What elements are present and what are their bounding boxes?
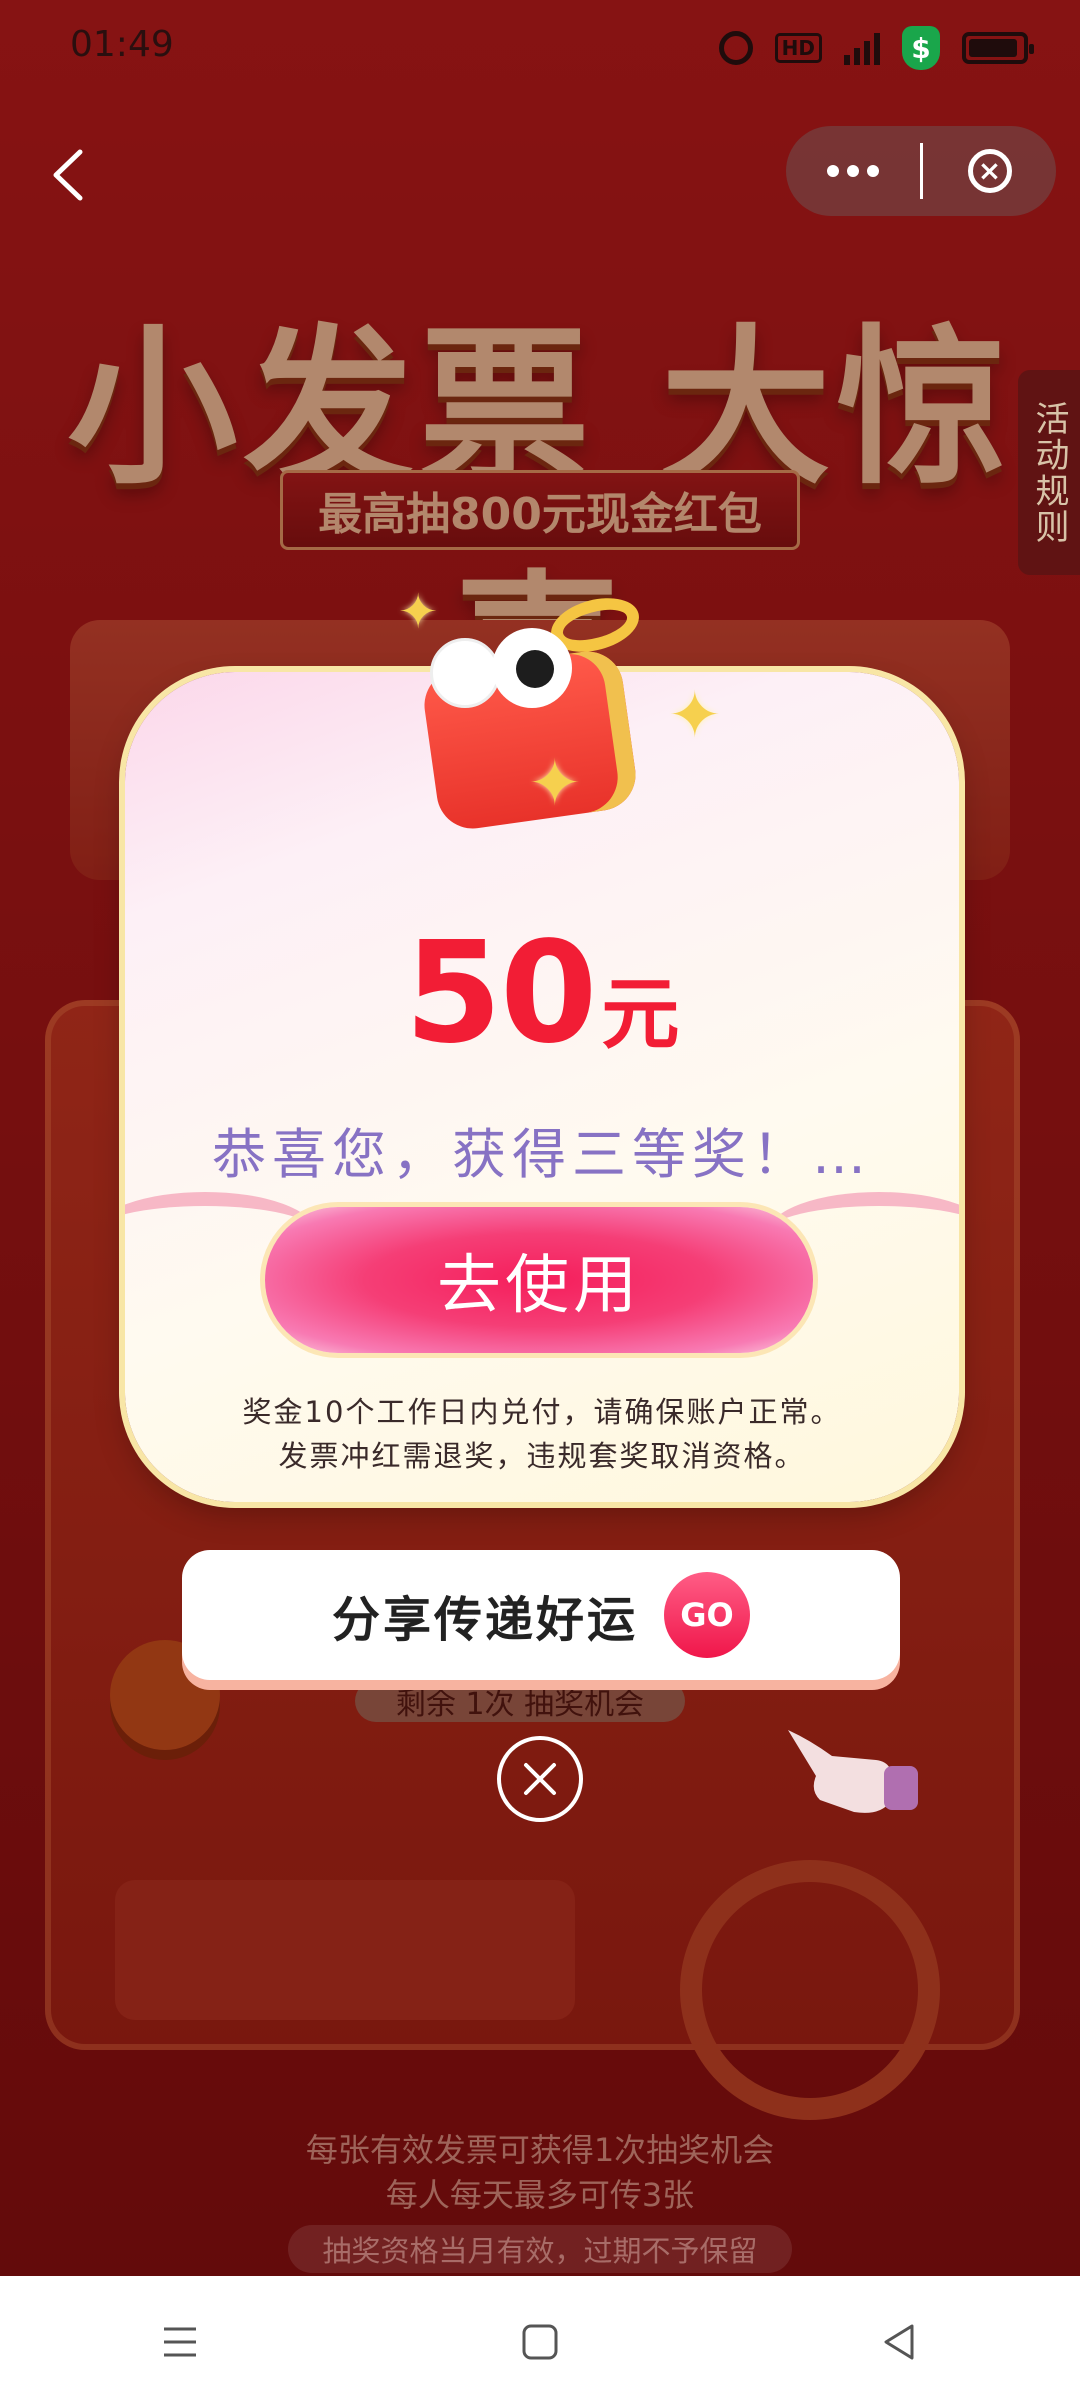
modal-note-line1: 奖金10个工作日内兑付，请确保账户正常。 — [242, 1395, 842, 1429]
security-shield-icon: $ — [902, 26, 940, 70]
system-nav-bar — [0, 2276, 1080, 2408]
dismiss-modal-button[interactable] — [497, 1736, 583, 1822]
back-arrow-icon — [53, 149, 83, 201]
close-mini-program-button[interactable]: × — [923, 126, 1056, 216]
share-button[interactable]: 分享传递好运 GO — [182, 1550, 900, 1680]
modal-note: 奖金10个工作日内兑付，请确保账户正常。 发票冲红需退奖，违规套奖取消资格。 — [125, 1390, 959, 1478]
use-prize-button[interactable]: 去使用 — [265, 1207, 813, 1353]
gift-eye-left — [430, 638, 500, 708]
close-icon — [524, 1763, 556, 1795]
more-dots-icon — [827, 165, 839, 177]
signal-icon — [844, 31, 880, 65]
prize-amount: 50元 — [125, 912, 959, 1075]
menu-icon — [164, 2327, 196, 2357]
sparkle-icon: ✦ — [528, 747, 582, 821]
mini-program-capsule: × — [786, 126, 1056, 216]
alarm-icon — [718, 31, 753, 65]
sparkle-icon: ✦ — [398, 584, 439, 640]
congrats-text: 恭喜您，获得三等奖！… — [212, 1123, 872, 1186]
close-circle-icon: × — [967, 149, 1012, 193]
back-button[interactable] — [40, 140, 100, 210]
nav-home-button[interactable] — [480, 2292, 600, 2392]
battery-icon — [962, 32, 1034, 64]
pointing-hand-icon — [788, 1730, 918, 1813]
activity-rules-tab[interactable]: 活动规则 — [1018, 370, 1080, 575]
prize-amount-number: 50 — [404, 912, 598, 1075]
back-triangle-icon — [884, 2324, 914, 2360]
status-bar: 01:49 HD $ — [0, 0, 1080, 96]
sparkle-icon: ✦ — [668, 679, 722, 753]
share-label: 分享传递好运 — [331, 1592, 638, 1648]
nav-menu-button[interactable] — [120, 2292, 240, 2392]
more-button[interactable] — [786, 126, 920, 216]
hd-icon: HD — [774, 33, 822, 63]
status-icons: HD $ — [718, 26, 1034, 70]
home-square-icon — [522, 2324, 558, 2360]
share-go-badge: GO — [664, 1572, 750, 1658]
prize-amount-unit: 元 — [601, 970, 680, 1060]
gift-eye-right — [492, 628, 572, 708]
modal-note-line2: 发票冲红需退奖，违规套奖取消资格。 — [278, 1439, 806, 1473]
status-time: 01:49 — [70, 24, 174, 65]
nav-back-button[interactable] — [840, 2292, 960, 2392]
